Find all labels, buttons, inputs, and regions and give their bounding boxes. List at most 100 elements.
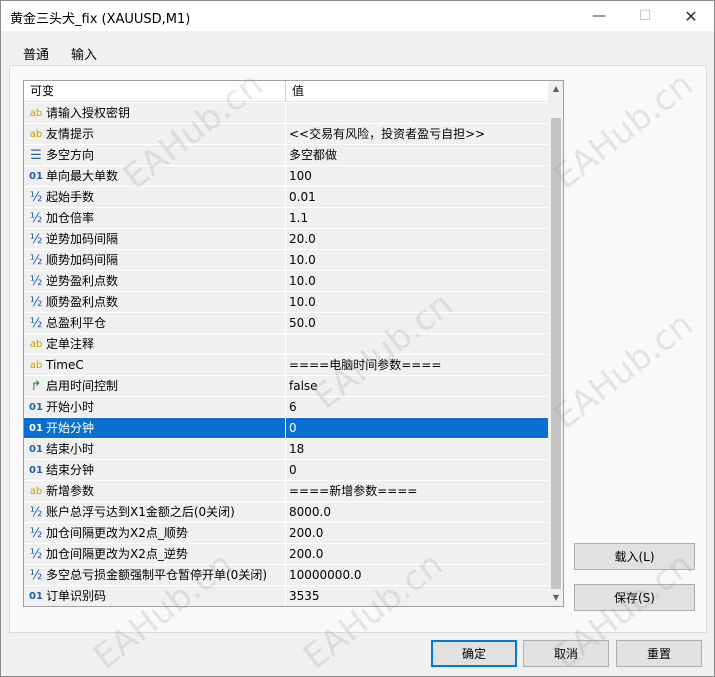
double-type-icon: ½ — [29, 232, 43, 247]
parameter-name-cell[interactable]: ½ 顺势加码间隔 — [24, 250, 286, 271]
parameter-name: 启用时间控制 — [46, 379, 119, 393]
parameter-row[interactable]: ½ 加仓间隔更改为X2点_逆势 200.0 — [24, 544, 548, 565]
parameter-value[interactable]: 100 — [289, 166, 312, 187]
parameter-row[interactable]: ½ 顺势盈利点数 10.0 — [24, 292, 548, 313]
parameter-value[interactable]: 0 — [289, 460, 297, 481]
parameter-row[interactable]: ↱ 启用时间控制 false — [24, 376, 548, 397]
parameter-row[interactable]: 01 单向最大单数 100 — [24, 166, 548, 187]
parameter-row[interactable]: 01 开始小时 6 — [24, 397, 548, 418]
parameter-row[interactable]: ½ 起始手数 0.01 — [24, 187, 548, 208]
parameter-name-cell[interactable]: ab 友情提示 — [24, 124, 286, 145]
parameter-value[interactable]: 200.0 — [289, 523, 323, 544]
parameter-row[interactable]: 01 结束分钟 0 — [24, 460, 548, 481]
parameter-name: 总盈利平仓 — [46, 316, 107, 330]
parameter-row[interactable]: 01 结束小时 18 — [24, 439, 548, 460]
column-header-variable[interactable]: 可变 — [24, 81, 286, 102]
double-type-icon: ½ — [29, 274, 43, 289]
parameter-name-cell[interactable]: ½ 起始手数 — [24, 187, 286, 208]
parameter-row[interactable]: 01 开始分钟 0 — [24, 418, 548, 439]
save-button[interactable]: 保存(S) — [574, 584, 695, 611]
parameter-value[interactable]: 50.0 — [289, 313, 316, 334]
parameter-value[interactable]: 10.0 — [289, 250, 316, 271]
parameter-row[interactable]: ab 新增参数 ====新增参数==== — [24, 481, 548, 502]
parameter-value[interactable]: 8000.0 — [289, 502, 331, 523]
parameter-name-cell[interactable]: ½ 加仓间隔更改为X2点_逆势 — [24, 544, 286, 565]
parameter-value[interactable]: 多空都做 — [289, 145, 337, 166]
parameter-name: 新增参数 — [46, 484, 95, 498]
scrollbar-thumb[interactable] — [551, 118, 561, 589]
parameter-row[interactable]: ½ 加仓间隔更改为X2点_顺势 200.0 — [24, 523, 548, 544]
parameter-value[interactable]: 6 — [289, 397, 297, 418]
tab-common[interactable]: 普通 — [23, 44, 49, 67]
parameter-row[interactable]: ab TimeC ====电脑时间参数==== — [24, 355, 548, 376]
parameter-name: 开始分钟 — [46, 421, 95, 435]
double-type-icon: ½ — [29, 253, 43, 268]
parameter-row[interactable]: ab 请输入授权密钥 — [24, 103, 548, 124]
cancel-button[interactable]: 取消 — [523, 640, 609, 667]
parameter-name-cell[interactable]: 01 开始小时 — [24, 397, 286, 418]
parameter-value[interactable]: 10000000.0 — [289, 565, 362, 586]
parameter-name: 逆势盈利点数 — [46, 274, 119, 288]
parameter-row[interactable]: ½ 账户总浮亏达到X1金额之后(0关闭) 8000.0 — [24, 502, 548, 523]
parameter-name-cell[interactable]: 01 结束小时 — [24, 439, 286, 460]
ok-button[interactable]: 确定 — [431, 640, 517, 667]
parameter-value[interactable]: 20.0 — [289, 229, 316, 250]
parameter-name-cell[interactable]: ab 请输入授权密钥 — [24, 103, 286, 124]
parameter-row[interactable]: ½ 逆势加码间隔 20.0 — [24, 229, 548, 250]
parameter-row[interactable]: ½ 总盈利平仓 50.0 — [24, 313, 548, 334]
parameter-value[interactable]: 10.0 — [289, 292, 316, 313]
parameter-row[interactable]: ½ 加仓倍率 1.1 — [24, 208, 548, 229]
parameter-name-cell[interactable]: ½ 加仓间隔更改为X2点_顺势 — [24, 523, 286, 544]
parameter-value[interactable]: false — [289, 376, 318, 397]
parameter-name: 加仓间隔更改为X2点_顺势 — [46, 526, 188, 540]
close-icon: ✕ — [684, 6, 698, 26]
parameter-name-cell[interactable]: ½ 多空总亏损金额强制平仓暂停开单(0关闭) — [24, 565, 286, 586]
parameter-value[interactable]: 200.0 — [289, 544, 323, 565]
parameter-value[interactable]: 18 — [289, 439, 304, 460]
parameter-name-cell[interactable]: 01 订单识别码 — [24, 586, 286, 606]
parameter-value[interactable]: 0.01 — [289, 187, 316, 208]
reset-button[interactable]: 重置 — [616, 640, 702, 667]
parameter-name-cell[interactable]: 01 结束分钟 — [24, 460, 286, 481]
minimize-button[interactable]: — — [576, 1, 622, 31]
parameter-name-cell[interactable]: ½ 加仓倍率 — [24, 208, 286, 229]
parameter-name-cell[interactable]: ½ 顺势盈利点数 — [24, 292, 286, 313]
parameter-value[interactable]: 10.0 — [289, 271, 316, 292]
parameter-name-cell[interactable]: ab TimeC — [24, 355, 286, 376]
parameter-row[interactable]: ½ 顺势加码间隔 10.0 — [24, 250, 548, 271]
title-bar: 黄金三头犬_fix (XAUUSD,M1) — ☐ ✕ — [1, 1, 714, 31]
parameter-row[interactable]: ½ 逆势盈利点数 10.0 — [24, 271, 548, 292]
enum-type-icon: ☰ — [30, 148, 42, 163]
parameter-row[interactable]: ab 定单注释 — [24, 334, 548, 355]
parameter-name-cell[interactable]: ½ 逆势加码间隔 — [24, 229, 286, 250]
scroll-up-icon[interactable]: ▲ — [548, 81, 563, 97]
parameter-value[interactable]: <<交易有风险，投资者盈亏自担>> — [289, 124, 485, 145]
parameter-value[interactable]: 3535 — [289, 586, 320, 606]
parameter-name-cell[interactable]: ½ 总盈利平仓 — [24, 313, 286, 334]
close-button[interactable]: ✕ — [668, 1, 714, 31]
parameter-value[interactable]: ====电脑时间参数==== — [289, 355, 441, 376]
parameter-name-cell[interactable]: 01 开始分钟 — [24, 418, 286, 439]
parameter-name: 多空方向 — [46, 148, 95, 162]
column-header-value[interactable]: 值 — [286, 81, 548, 102]
parameter-name-cell[interactable]: ab 定单注释 — [24, 334, 286, 355]
parameter-name-cell[interactable]: ab 新增参数 — [24, 481, 286, 502]
parameter-name: 多空总亏损金额强制平仓暂停开单(0关闭) — [46, 568, 267, 582]
parameter-value[interactable]: 0 — [289, 418, 297, 439]
parameter-row[interactable]: ab 友情提示 <<交易有风险，投资者盈亏自担>> — [24, 124, 548, 145]
parameter-name-cell[interactable]: ½ 账户总浮亏达到X1金额之后(0关闭) — [24, 502, 286, 523]
parameter-row[interactable]: 01 订单识别码 3535 — [24, 586, 548, 606]
parameter-name-cell[interactable]: ↱ 启用时间控制 — [24, 376, 286, 397]
vertical-scrollbar[interactable]: ▲ ▼ — [548, 81, 563, 606]
parameter-name-cell[interactable]: ½ 逆势盈利点数 — [24, 271, 286, 292]
parameter-row[interactable]: ☰ 多空方向 多空都做 — [24, 145, 548, 166]
load-button[interactable]: 载入(L) — [574, 543, 695, 570]
string-type-icon: ab — [29, 486, 43, 497]
parameter-name-cell[interactable]: 01 单向最大单数 — [24, 166, 286, 187]
parameter-value[interactable]: 1.1 — [289, 208, 308, 229]
scroll-down-icon[interactable]: ▼ — [548, 590, 563, 606]
parameter-name-cell[interactable]: ☰ 多空方向 — [24, 145, 286, 166]
parameter-row[interactable]: ½ 多空总亏损金额强制平仓暂停开单(0关闭) 10000000.0 — [24, 565, 548, 586]
parameter-name: 顺势加码间隔 — [46, 253, 119, 267]
parameter-value[interactable]: ====新增参数==== — [289, 481, 417, 502]
